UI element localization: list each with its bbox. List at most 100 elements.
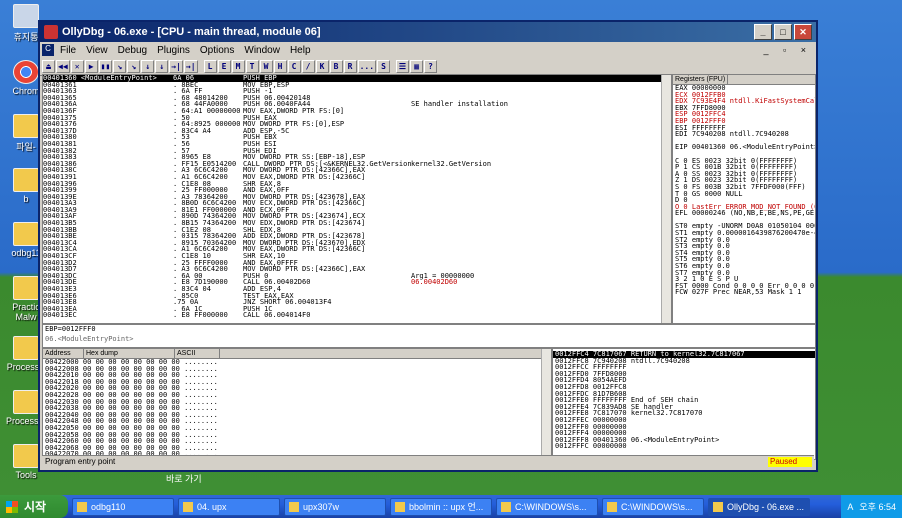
toolbar-button[interactable]: / <box>301 60 315 73</box>
language-indicator[interactable]: A <box>847 502 853 512</box>
stack-row[interactable]: 0012FFFC 00000000 <box>553 443 815 450</box>
ollydbg-app-icon <box>44 25 58 39</box>
cpu-child-icon[interactable]: C <box>42 44 54 56</box>
disasm-row[interactable]: 004013EC . E8 FF000000 CALL 06.004014F0 <box>43 312 671 319</box>
title-bar[interactable]: OllyDbg - 06.exe - [CPU - main thread, m… <box>40 22 816 42</box>
disasm-row[interactable]: 004013CF. C1E8 10 SHR EAX,10 <box>43 253 671 260</box>
menu-plugins[interactable]: Plugins <box>157 45 190 56</box>
close-button[interactable]: ✕ <box>794 24 812 40</box>
disasm-row[interactable]: 00401381. 56 PUSH ESI <box>43 141 671 148</box>
registers-pane[interactable]: Registers (FPU) EAX 00000000 ECX 0012FFB0… <box>672 74 816 324</box>
disasm-row[interactable]: 00401361. 8BEC MOV EBP,ESP <box>43 81 671 89</box>
toolbar-button[interactable]: S <box>377 60 391 73</box>
toolbar-button[interactable]: ✕ <box>70 60 84 73</box>
task-label: upx307w <box>303 501 340 512</box>
dump-scrollbar[interactable] <box>541 349 551 459</box>
toolbar-button[interactable]: →| <box>183 60 198 73</box>
toolbar-button[interactable]: ◀◀ <box>56 60 70 73</box>
taskbar-button[interactable]: C:\WINDOWS\s... <box>496 497 598 516</box>
task-app-icon <box>77 501 87 512</box>
minimize-button[interactable]: _ <box>754 24 772 40</box>
menu-window[interactable]: Window <box>244 45 280 56</box>
disasm-row[interactable]: 00401376. 64:8925 000000 MOV DWORD PTR FS… <box>43 121 671 128</box>
start-button[interactable]: 시작 <box>0 495 68 518</box>
disasm-row[interactable]: 0040136A. 68 44FA0000 PUSH 06.0040FA44 SE … <box>43 101 671 108</box>
disasm-row[interactable]: 004013DC. 6A 00 PUSH 0 Arg1 = 00000000 <box>43 272 671 280</box>
toolbar-button[interactable]: ... <box>357 60 377 73</box>
taskbar-button[interactable]: C:\WINDOWS\s... <box>602 497 704 516</box>
disasm-row[interactable]: 004013E8.75 0A JNZ SHORT 06.004013F4 <box>43 299 671 306</box>
task-label: odbg110 <box>91 501 126 512</box>
toolbar-button[interactable]: B <box>329 60 343 73</box>
disasm-row[interactable]: 004013CA. A1 6C6C4200 MOV EAX,DWORD PTR D… <box>43 246 671 253</box>
taskbar-button[interactable]: 04. upx <box>178 497 280 516</box>
disasm-row[interactable]: 004013E3. 83C4 04 ADD ESP,4 <box>43 286 671 293</box>
disasm-row[interactable]: 00401396. C1E8 08 SHR EAX,8 <box>43 180 671 188</box>
ollydbg-window[interactable]: OllyDbg - 06.exe - [CPU - main thread, m… <box>38 20 818 472</box>
disasm-row[interactable]: 004013E6. 85C0 TEST EAX,EAX <box>43 292 671 300</box>
disassembly-pane[interactable]: 00401360 <ModuleEntryPoint> 6A 06 PUSH EBP… <box>42 74 672 324</box>
toolbar-button[interactable]: ↓ <box>155 60 169 73</box>
disasm-row[interactable]: 00401375. 50 PUSH EAX <box>43 114 671 122</box>
disasm-row[interactable]: 00401360 <ModuleEntryPoint> 6A 06 PUSH EBP <box>43 75 671 82</box>
disasm-row[interactable]: 00401363. 6A FF PUSH -1 <box>43 88 671 95</box>
toolbar-button[interactable]: E <box>217 60 231 73</box>
taskbar-button[interactable]: bbolmin :: upx 언... <box>390 497 492 516</box>
toolbar-button[interactable]: ⏏ <box>42 60 55 73</box>
toolbar-button[interactable]: H <box>273 60 287 73</box>
disasm-row[interactable]: 0040137D. 83C4 A4 ADD ESP,-5C <box>43 127 671 135</box>
dump-column-header[interactable]: ASCII <box>175 349 220 358</box>
maximize-button[interactable]: □ <box>774 24 792 40</box>
disasm-row[interactable]: 004013D7. A3 6C6C4200 MOV DWORD PTR DS:[4… <box>43 266 671 273</box>
folder-icon <box>13 390 39 414</box>
disasm-address: 004013EC <box>43 311 77 320</box>
toolbar-button[interactable]: K <box>315 60 329 73</box>
disassembly-scrollbar[interactable] <box>661 75 671 323</box>
dump-column-header[interactable]: Hex dump <box>84 349 175 358</box>
taskbar-button[interactable]: odbg110 <box>72 497 174 516</box>
system-tray: A 오후 6:54 <box>841 495 902 518</box>
register-row[interactable]: FCW 027F Prec NEAR,53 Mask 1 1 <box>673 289 815 296</box>
disasm-row[interactable]: 004013A3. 8B0D 6C6C4200 MOV ECX,DWORD PTR… <box>43 200 671 207</box>
toolbar-button[interactable]: W <box>259 60 273 73</box>
menu-file[interactable]: File <box>60 45 76 56</box>
disasm-row[interactable]: 004013DE. E8 7D190000 CALL 06.00402D60 06.… <box>43 279 671 286</box>
toolbar-button[interactable]: →| <box>169 60 183 73</box>
register-row[interactable]: EFL 00000246 (NO,NB,E,BE,NS,PE,GE,LE) <box>673 210 815 217</box>
menu-help[interactable]: Help <box>290 45 311 56</box>
register-row[interactable]: T 0 GS 0000 NULL <box>673 190 815 198</box>
disasm-row[interactable]: 00401391. A1 6C6C4200 MOV EAX,DWORD PTR D… <box>43 174 671 181</box>
dump-column-header[interactable]: Address <box>43 349 84 358</box>
folder-icon <box>13 168 39 192</box>
status-bar: Program entry point Paused <box>42 455 814 468</box>
toolbar-button[interactable]: ▮▮ <box>98 60 113 73</box>
disasm-row[interactable]: 00401380. 53 PUSH EBX <box>43 134 671 141</box>
register-row[interactable]: EDI 7C940208 ntdll.7C940208 <box>673 131 815 138</box>
menu-debug[interactable]: Debug <box>118 45 147 56</box>
toolbar-button[interactable]: M <box>231 60 245 73</box>
toolbar-button[interactable]: T <box>245 60 259 73</box>
register-row[interactable]: EIP 00401360 06.<ModuleEntryPoint> <box>673 144 815 151</box>
disasm-row[interactable]: 0040136F. 64:A1 00000000 MOV EAX,DWORD PT… <box>43 108 671 115</box>
toolbar-button[interactable]: ▶ <box>84 60 98 73</box>
mdi-window-controls[interactable]: _ ▫ × <box>764 45 816 55</box>
toolbar-button[interactable]: ▦ <box>410 60 424 73</box>
toolbar-button[interactable]: C <box>287 60 301 73</box>
toolbar-button[interactable]: ? <box>424 60 438 73</box>
disasm-hex: . E8 FF000000 <box>173 311 228 320</box>
disasm-row[interactable]: 004013B5. 8B15 74364200 MOV EDX,DWORD PTR… <box>43 220 671 227</box>
toolbar-button[interactable]: ☰ <box>396 60 410 73</box>
toolbar-button[interactable]: ↘ <box>127 60 141 73</box>
toolbar-button[interactable]: ↓ <box>141 60 155 73</box>
toolbar-button[interactable]: L <box>203 60 217 73</box>
toolbar-button[interactable]: ↘ <box>113 60 127 73</box>
dump-pane[interactable]: Address Hex dump ASCII 00422000 00 00 00 0… <box>42 348 552 460</box>
menu-view[interactable]: View <box>86 45 108 56</box>
disasm-row[interactable]: 00401365. 68 48014200 PUSH 06.00420148 <box>43 94 671 102</box>
disasm-row[interactable]: 004013EA. 6A 1C PUSH 1C <box>43 305 671 313</box>
taskbar-button[interactable]: upx307w <box>284 497 386 516</box>
menu-options[interactable]: Options <box>200 45 234 56</box>
taskbar-button[interactable]: OllyDbg - 06.exe ... <box>708 497 810 516</box>
toolbar-button[interactable]: R <box>343 60 357 73</box>
stack-pane[interactable]: 0012FFC4 7C817067 RETURN to kernel32.7C8… <box>552 348 816 460</box>
